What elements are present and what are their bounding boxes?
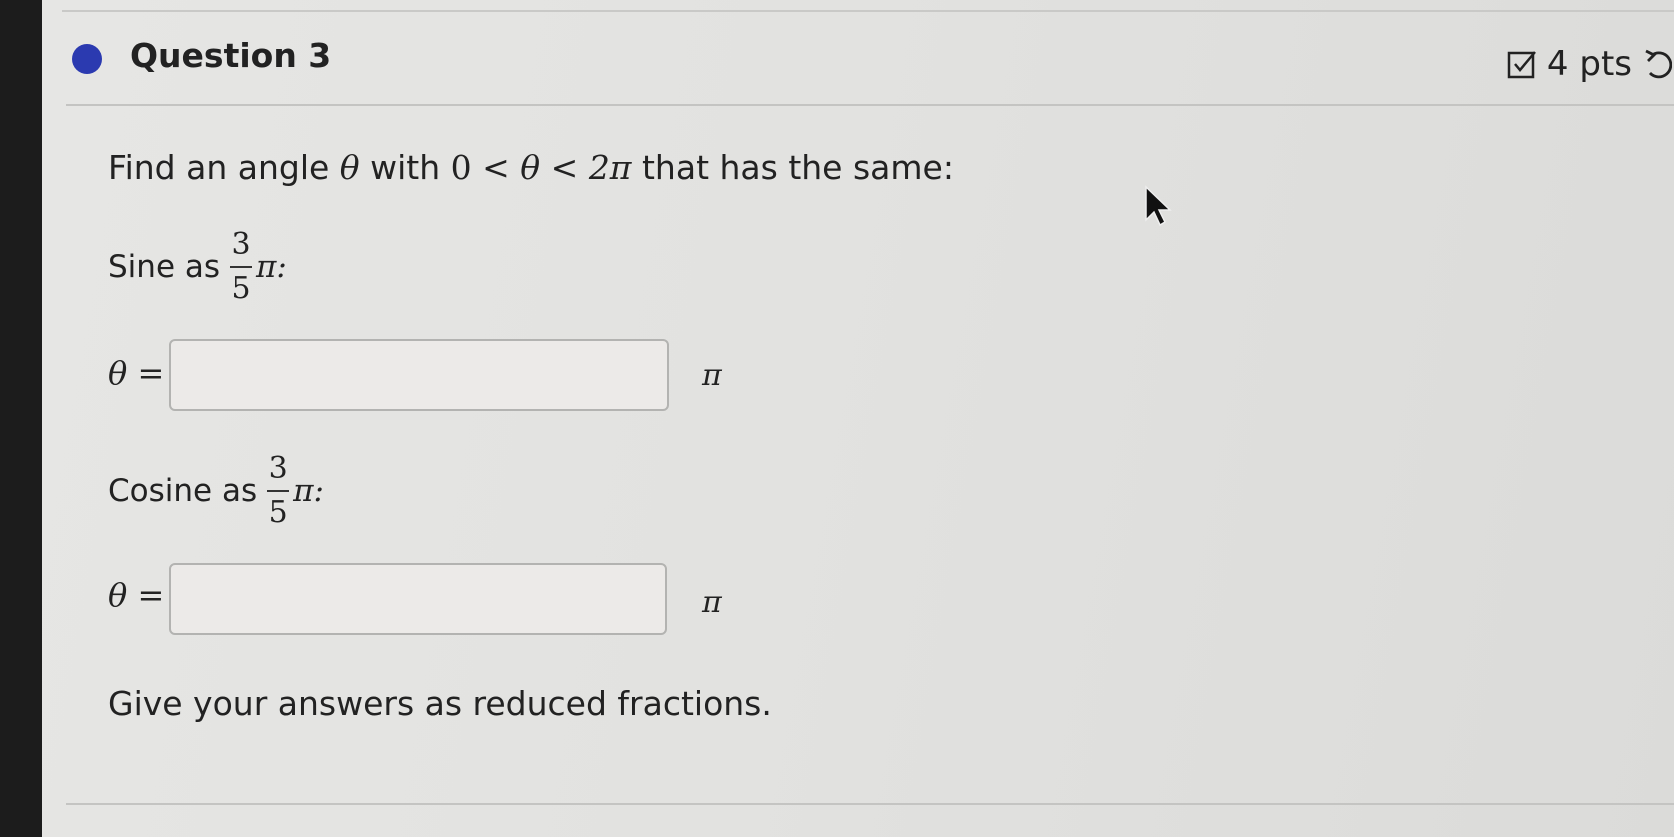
- prompt-lt: <: [540, 148, 589, 187]
- theta-equals: θ =: [108, 354, 165, 392]
- fraction-numerator: 3: [231, 227, 251, 262]
- mouse-pointer-icon: [1143, 184, 1173, 232]
- instructions-note: Give your answers as reduced fractions.: [108, 684, 772, 723]
- points-area: 4 pts: [1507, 44, 1672, 84]
- sine-answer-input[interactable]: [169, 339, 669, 411]
- fraction-bar: [267, 490, 290, 492]
- quiz-screen: Question 3 4 pts Find an angle θ with 0 …: [42, 0, 1674, 837]
- sine-pi-unit: π: [702, 358, 722, 393]
- prompt-theta: θ: [520, 148, 541, 187]
- cosine-label-text: Cosine as: [108, 473, 258, 509]
- sine-fraction: 3 5: [230, 227, 253, 306]
- points-value: 4 pts: [1546, 44, 1632, 84]
- undo-icon[interactable]: [1642, 47, 1672, 81]
- prompt-lt: <: [471, 148, 521, 187]
- prompt-two-pi: 2π: [588, 148, 632, 187]
- fraction-denominator: 5: [231, 271, 251, 306]
- cosine-answer-input[interactable]: [169, 563, 667, 635]
- prompt-theta: θ: [339, 148, 360, 187]
- sine-label-text: Sine as: [108, 249, 221, 285]
- pi-suffix: π:: [256, 249, 287, 285]
- pi-suffix: π:: [293, 473, 324, 509]
- fraction-denominator: 5: [268, 495, 288, 530]
- prompt-text: that has the same:: [631, 148, 954, 187]
- checkbox-check-icon: [1507, 49, 1537, 79]
- question-header: Question 3 4 pts: [72, 30, 1672, 90]
- sine-theta-label: θ =: [108, 354, 164, 392]
- prompt-text: with: [359, 148, 451, 187]
- cosine-theta-label: θ =: [108, 576, 164, 614]
- fraction-numerator: 3: [268, 451, 288, 486]
- question-status-dot: [72, 44, 102, 74]
- header-divider: [66, 104, 1674, 106]
- top-divider: [62, 10, 1674, 12]
- question-prompt: Find an angle θ with 0 < θ < 2π that has…: [108, 148, 954, 187]
- prompt-text: Find an angle: [108, 148, 340, 187]
- cosine-part-label: Cosine as 3 5 π:: [108, 454, 324, 528]
- cosine-fraction: 3 5: [267, 451, 290, 530]
- theta-equals: θ =: [108, 576, 165, 614]
- fraction-bar: [230, 266, 253, 268]
- cosine-pi-unit: π: [702, 585, 722, 620]
- bottom-divider: [66, 803, 1674, 805]
- question-title: Question 3: [130, 36, 332, 75]
- sine-part-label: Sine as 3 5 π:: [108, 230, 287, 304]
- prompt-zero: 0: [450, 148, 472, 187]
